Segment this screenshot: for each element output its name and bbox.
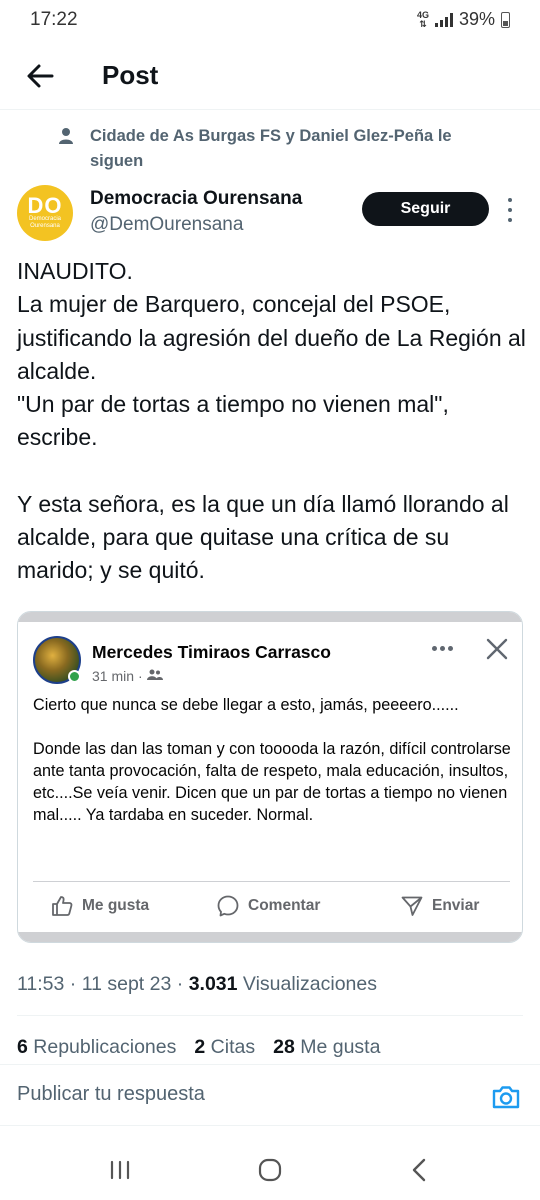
friends-audience-icon xyxy=(146,668,163,684)
battery-icon xyxy=(501,11,510,28)
embedded-post-time: 31 min xyxy=(92,668,135,684)
meta-separator: · xyxy=(138,668,143,684)
system-navigation-bar xyxy=(0,1140,540,1200)
tweet-paragraph: INAUDITO. La mujer de Barquero, concejal… xyxy=(17,258,526,451)
more-options-icon[interactable] xyxy=(504,198,516,222)
system-back-icon[interactable] xyxy=(404,1154,436,1186)
network-icon: 4G ⇅ xyxy=(416,9,429,29)
quotes-stat[interactable]: 2 Citas xyxy=(194,1036,255,1059)
likes-label: Me gusta xyxy=(300,1036,381,1058)
quotes-label: Citas xyxy=(210,1036,256,1058)
send-icon xyxy=(401,896,423,916)
follow-button[interactable]: Seguir xyxy=(362,192,489,226)
avatar-initials: DO xyxy=(27,193,63,218)
person-icon xyxy=(58,124,80,174)
author-avatar[interactable]: DO Democracia Ourensana xyxy=(17,185,73,241)
quotes-count: 2 xyxy=(194,1036,206,1058)
embedded-close-icon xyxy=(486,638,508,660)
embedded-author-name: Mercedes Timiraos Carrasco xyxy=(92,642,331,662)
comment-bubble-icon xyxy=(217,895,239,917)
attached-image[interactable]: Mercedes Timiraos Carrasco 31 min · Cier… xyxy=(17,611,523,943)
embedded-paragraph: Cierto que nunca se debe llegar a esto, … xyxy=(33,696,459,714)
signal-icon xyxy=(434,12,453,27)
views-label[interactable]: Visualizaciones xyxy=(243,973,377,995)
status-time: 17:22 xyxy=(30,9,78,30)
reposts-label: Republicaciones xyxy=(33,1036,177,1058)
avatar-caption: Democracia Ourensana xyxy=(28,216,61,229)
embedded-send-action: Enviar xyxy=(400,888,479,924)
tweet-paragraph: Y esta señora, es la que un día llamó ll… xyxy=(17,490,509,584)
embedded-more-icon xyxy=(432,646,453,651)
page-title: Post xyxy=(102,60,159,90)
image-border-bottom xyxy=(18,932,522,942)
camera-icon[interactable] xyxy=(490,1081,522,1113)
likes-stat[interactable]: 28 Me gusta xyxy=(273,1036,380,1059)
status-indicators: 4G ⇅ 39% xyxy=(417,9,510,30)
author-handle[interactable]: @DemOurensana xyxy=(90,214,243,236)
send-label: Enviar xyxy=(432,897,480,914)
social-context: Cidade de As Burgas FS y Daniel Glez-Peñ… xyxy=(58,124,508,174)
likes-count: 28 xyxy=(273,1036,295,1058)
author-name[interactable]: Democracia Ourensana xyxy=(90,188,302,210)
divider xyxy=(17,1015,523,1016)
recent-apps-icon[interactable] xyxy=(104,1154,136,1186)
post-time[interactable]: 11:53 xyxy=(17,973,64,995)
reply-composer: Publicar tu respuesta xyxy=(0,1064,540,1126)
embedded-like-action: Me gusta xyxy=(50,888,149,924)
engagement-stats: 6 Republicaciones 2 Citas 28 Me gusta xyxy=(17,1036,380,1059)
tweet-text: INAUDITO. La mujer de Barquero, concejal… xyxy=(17,255,527,588)
embedded-paragraph: Donde las dan las toman y con tooooda la… xyxy=(33,740,511,824)
views-count: 3.031 xyxy=(188,973,238,995)
reply-input[interactable]: Publicar tu respuesta xyxy=(17,1083,205,1106)
status-bar: 17:22 4G ⇅ 39% xyxy=(0,0,540,40)
image-border-top xyxy=(18,612,522,622)
followers-you-know[interactable]: Cidade de As Burgas FS y Daniel Glez-Peñ… xyxy=(80,124,508,174)
embedded-comment-action: Comentar xyxy=(216,888,320,924)
comment-label: Comentar xyxy=(248,897,321,914)
thumbs-up-icon xyxy=(52,896,73,916)
top-app-bar: Post xyxy=(0,48,540,110)
embedded-post-meta: 31 min · xyxy=(92,668,163,684)
online-status-dot xyxy=(68,670,81,683)
reposts-count: 6 xyxy=(17,1036,28,1058)
post-metadata: 11:53 · 11 sept 23 · 3.031 Visualizacion… xyxy=(17,973,377,996)
battery-percent: 39% xyxy=(458,9,495,29)
meta-dot: · xyxy=(69,973,77,995)
home-icon[interactable] xyxy=(254,1154,286,1186)
embedded-post-text: Cierto que nunca se debe llegar a esto, … xyxy=(33,694,513,848)
back-arrow-icon[interactable] xyxy=(22,58,58,94)
embedded-divider xyxy=(33,881,510,882)
meta-dot: · xyxy=(176,973,184,995)
reposts-stat[interactable]: 6 Republicaciones xyxy=(17,1036,176,1059)
embedded-action-bar: Me gusta Comentar Enviar xyxy=(18,888,522,924)
post-date[interactable]: 11 sept 23 xyxy=(82,973,172,995)
like-label: Me gusta xyxy=(82,897,150,914)
